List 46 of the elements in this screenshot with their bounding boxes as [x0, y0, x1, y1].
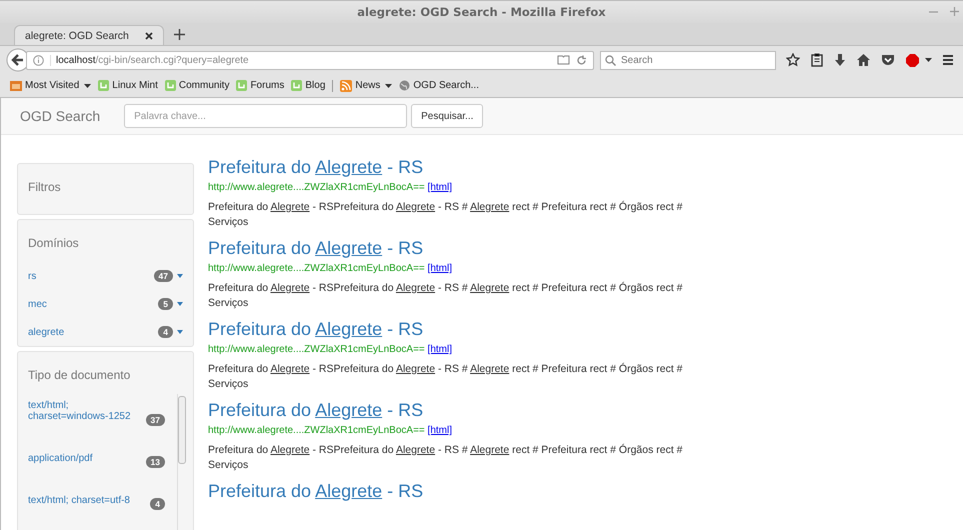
bookmark-item[interactable]: Blog [291, 80, 326, 91]
count-badge: 4 [158, 326, 173, 338]
address-bar[interactable]: localhost/cgi-bin/search.cgi?query=alegrete [26, 50, 594, 70]
count-badge: 4 [150, 498, 165, 510]
count-badge: 13 [146, 456, 165, 468]
bookmark-item[interactable]: Community [164, 80, 230, 91]
result-title-link[interactable]: Prefeitura do Alegrete - RS [208, 155, 690, 179]
result-snippet: Prefeitura do Alegrete - RSPrefeitura do Alegrete - RS # Alegrete rect # Prefeitura rect # Órgãos rect # Serviços [208, 200, 684, 230]
result-url: http://www.alegrete....ZWZlaXR1cmEyLnBocA== [208, 425, 425, 436]
filter-link[interactable]: text/html; charset=utf-8 [28, 495, 150, 506]
window-title: alegrete: OGD Search - Mozilla Firefox [357, 5, 606, 19]
result-snippet: Prefeitura do Alegrete - RSPrefeitura do Alegrete - RS # Alegrete rect # Prefeitura rect # Órgãos rect # Serviços [208, 281, 684, 311]
bookmark-item[interactable]: Most Visited [10, 80, 92, 91]
bookmark-item[interactable]: Linux Mint [98, 80, 158, 91]
result-url: http://www.alegrete....ZWZlaXR1cmEyLnBocA== [208, 182, 425, 193]
count-badge: 47 [154, 270, 173, 282]
bookmark-item[interactable]: News [332, 80, 392, 92]
panel-title: Domínios [28, 236, 79, 250]
result-title-link[interactable]: Prefeitura do Alegrete - RS [208, 317, 690, 341]
count-badge: 5 [158, 298, 173, 310]
browser-tab[interactable]: alegrete: OGD Search [14, 25, 164, 45]
bookmark-item[interactable]: Forums [236, 80, 284, 91]
result-url: http://www.alegrete....ZWZlaXR1cmEyLnBocA== [208, 344, 425, 355]
format-link[interactable]: [html] [428, 344, 452, 355]
filter-link[interactable]: text/html; charset=windows-1252 [28, 400, 146, 422]
count-badge: 37 [146, 414, 165, 426]
format-link[interactable]: [html] [428, 425, 452, 436]
bookmark-item[interactable]: OGD Search... [399, 80, 479, 91]
filter-link[interactable]: rs [28, 270, 154, 282]
result-snippet: Prefeitura do Alegrete - RSPrefeitura do Alegrete - RS # Alegrete rect # Prefeitura rect # Órgãos rect # Serviços [208, 443, 684, 473]
result-title-link[interactable]: Prefeitura do Alegrete - RS [208, 236, 690, 260]
panel-title: Tipo de documento [28, 368, 130, 382]
result-title-link[interactable]: Prefeitura do Alegrete - RS [208, 479, 690, 503]
keyword-field[interactable]: Palavra chave... [124, 104, 408, 128]
result-snippet: Prefeitura do Alegrete - RSPrefeitura do Alegrete - RS # Alegrete rect # Prefeitura rect # Órgãos rect # Serviços [208, 362, 684, 392]
result-url: http://www.alegrete....ZWZlaXR1cmEyLnBocA== [208, 263, 425, 274]
format-link[interactable]: [html] [428, 182, 452, 193]
search-button[interactable]: Pesquisar... [411, 104, 484, 128]
filter-link[interactable]: alegrete [28, 326, 158, 338]
filter-link[interactable]: application/pdf [28, 453, 146, 464]
format-link[interactable]: [html] [428, 263, 452, 274]
panel-title: Filtros [28, 180, 61, 194]
result-title-link[interactable]: Prefeitura do Alegrete - RS [208, 398, 690, 422]
site-brand[interactable]: OGD Search [20, 108, 100, 124]
search-field[interactable]: Search [600, 50, 776, 70]
filter-link[interactable]: mec [28, 298, 158, 310]
